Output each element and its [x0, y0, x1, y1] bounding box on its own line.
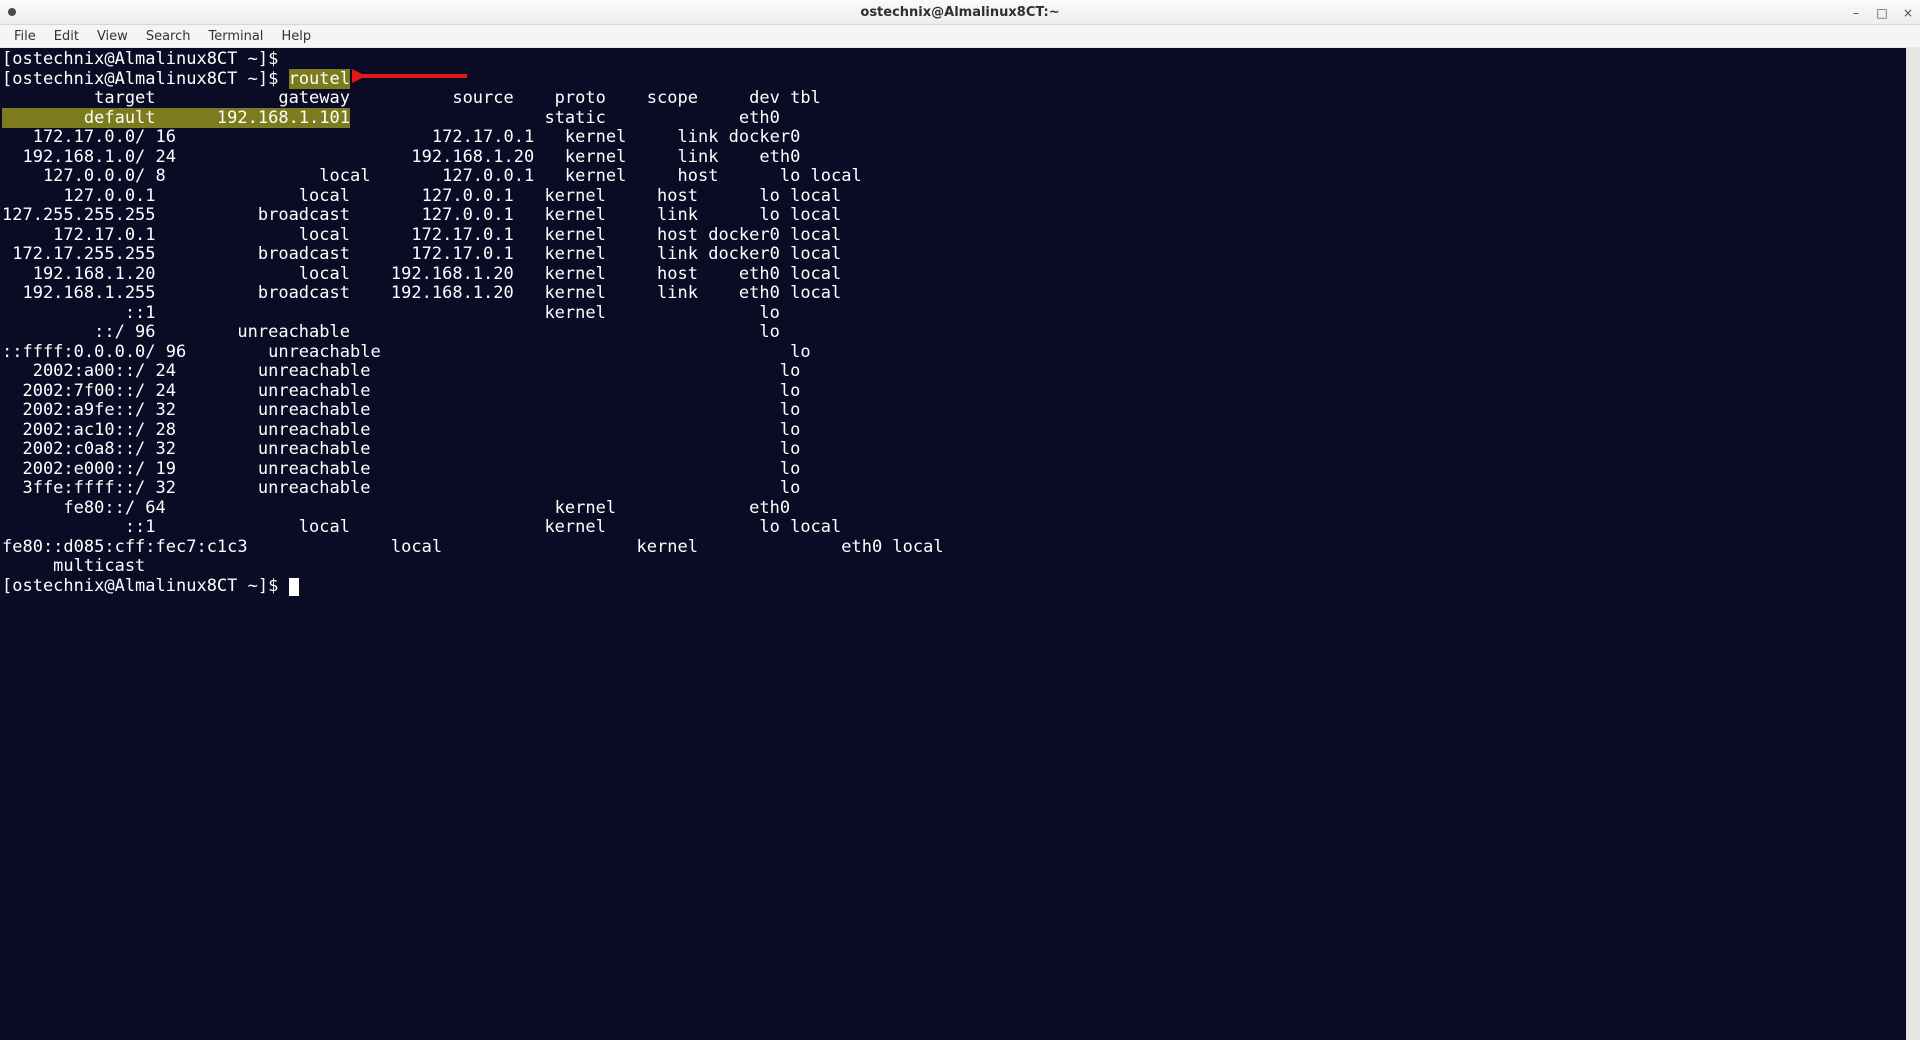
menubar: File Edit View Search Terminal Help	[0, 25, 1920, 48]
menu-file[interactable]: File	[6, 27, 44, 46]
terminal-scrollbar[interactable]	[1906, 48, 1920, 1040]
minimize-button[interactable]: –	[1850, 6, 1862, 20]
menu-edit[interactable]: Edit	[46, 27, 87, 46]
menu-help[interactable]: Help	[273, 27, 319, 46]
menu-terminal[interactable]: Terminal	[200, 27, 271, 46]
terminal-content: [ostechnix@Almalinux8CT ~]$ [ostechnix@A…	[2, 50, 1918, 596]
titlebar: ostechnix@Almalinux8CT:~ – □ ×	[0, 0, 1920, 25]
menu-search[interactable]: Search	[138, 27, 199, 46]
close-button[interactable]: ×	[1902, 6, 1914, 20]
window-controls: – □ ×	[1850, 0, 1914, 25]
maximize-button[interactable]: □	[1876, 6, 1888, 20]
window-title: ostechnix@Almalinux8CT:~	[860, 5, 1059, 20]
terminal-viewport[interactable]: [ostechnix@Almalinux8CT ~]$ [ostechnix@A…	[0, 48, 1920, 1040]
window-app-icon	[8, 8, 16, 16]
menu-view[interactable]: View	[89, 27, 136, 46]
